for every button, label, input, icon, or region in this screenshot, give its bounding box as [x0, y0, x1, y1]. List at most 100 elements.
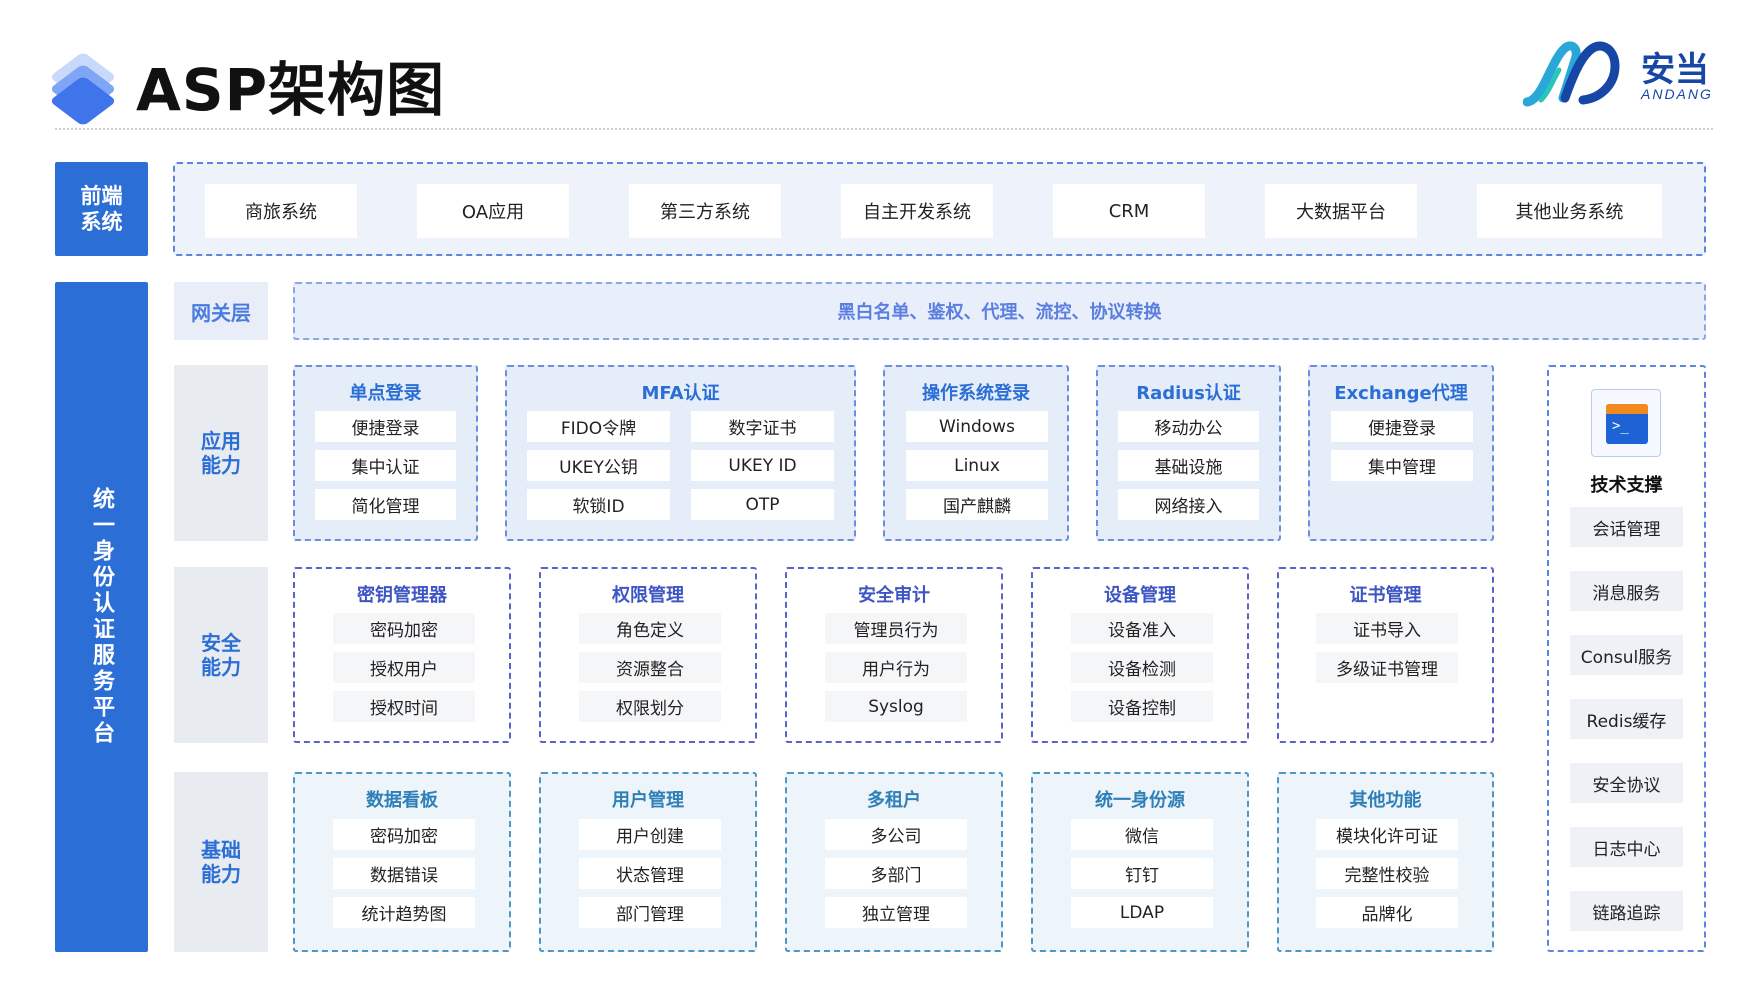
- group-title: 多租户: [867, 790, 921, 811]
- group-item: 集中认证: [315, 450, 456, 481]
- group-item: LDAP: [1071, 897, 1213, 928]
- group-item: 品牌化: [1316, 897, 1458, 928]
- group-item: 便捷登录: [1331, 411, 1473, 442]
- brand-mark-icon: [1523, 41, 1620, 107]
- frontend-item: OA应用: [417, 184, 569, 238]
- gateway-content: 黑白名单、鉴权、代理、流控、协议转换: [293, 282, 1706, 340]
- brand-name-en: ANDANG: [1641, 86, 1713, 102]
- frontend-item: 商旅系统: [205, 184, 357, 238]
- frontend-item: CRM: [1053, 184, 1205, 238]
- frontend-item: 第三方系统: [629, 184, 781, 238]
- group-exchange: Exchange代理 便捷登录 集中管理: [1308, 365, 1494, 541]
- group-item: Linux: [906, 450, 1048, 481]
- title-row: ASP架构图: [49, 40, 446, 130]
- group-item: 微信: [1071, 819, 1213, 850]
- group-title: MFA认证: [641, 383, 720, 404]
- platform-tag: 统一身份认证服务平台: [55, 282, 148, 952]
- group-item: UKEY公钥: [527, 450, 670, 481]
- group-title: 操作系统登录: [922, 383, 1030, 404]
- frontend-item: 自主开发系统: [841, 184, 993, 238]
- group-item: 移动办公: [1118, 411, 1259, 442]
- frontend-item: 大数据平台: [1265, 184, 1417, 238]
- group-item: 数据错误: [333, 858, 475, 889]
- group-sso: 单点登录 便捷登录 集中认证 简化管理: [293, 365, 478, 541]
- page-title: ASP架构图: [136, 56, 446, 124]
- support-item: 链路追踪: [1570, 891, 1683, 931]
- tech-support-panel: >_ 技术支撑 会话管理 消息服务 Consul服务 Redis缓存 安全协议 …: [1547, 365, 1706, 952]
- group-audit: 安全审计 管理员行为 用户行为 Syslog: [785, 567, 1003, 743]
- group-item: 密码加密: [333, 819, 475, 850]
- group-item: 设备控制: [1071, 691, 1213, 722]
- group-item: 用户创建: [579, 819, 721, 850]
- support-item: 消息服务: [1570, 571, 1683, 611]
- group-other-functions: 其他功能 模块化许可证 完整性校验 品牌化: [1277, 772, 1494, 952]
- group-item: 便捷登录: [315, 411, 456, 442]
- group-item: 用户行为: [825, 652, 967, 683]
- group-title: 统一身份源: [1095, 790, 1185, 811]
- app-layer-tag: 应用能力: [174, 365, 268, 541]
- security-layer-tag: 安全能力: [174, 567, 268, 743]
- group-item: 简化管理: [315, 489, 456, 520]
- group-title: 权限管理: [612, 585, 684, 606]
- group-certificate: 证书管理 证书导入 多级证书管理: [1277, 567, 1494, 743]
- brand-name-cn: 安当: [1641, 50, 1709, 90]
- group-item: OTP: [691, 489, 834, 520]
- group-item: 完整性校验: [1316, 858, 1458, 889]
- group-permission: 权限管理 角色定义 资源整合 权限划分: [539, 567, 757, 743]
- group-item: 软锁ID: [527, 489, 670, 520]
- group-item: UKEY ID: [691, 450, 834, 481]
- support-item: 安全协议: [1570, 763, 1683, 803]
- brand-logo: 安当 ANDANG: [1523, 36, 1723, 116]
- group-item: 集中管理: [1331, 450, 1473, 481]
- group-title: 密钥管理器: [357, 585, 447, 606]
- terminal-icon: >_: [1591, 389, 1661, 457]
- group-item: 数字证书: [691, 411, 834, 442]
- frontend-systems: 商旅系统 OA应用 第三方系统 自主开发系统 CRM 大数据平台 其他业务系统: [173, 162, 1706, 256]
- group-item: 密码加密: [333, 613, 475, 644]
- group-item: 网络接入: [1118, 489, 1259, 520]
- group-item: 设备准入: [1071, 613, 1213, 644]
- group-title: 数据看板: [366, 790, 438, 811]
- group-item: 角色定义: [579, 613, 721, 644]
- group-identity-source: 统一身份源 微信 钉钉 LDAP: [1031, 772, 1249, 952]
- support-item: Consul服务: [1570, 635, 1683, 675]
- group-item: 钉钉: [1071, 858, 1213, 889]
- group-item: 部门管理: [579, 897, 721, 928]
- group-title: 证书管理: [1349, 585, 1422, 606]
- layers-logo-icon: [49, 50, 117, 127]
- group-item: 证书导入: [1316, 613, 1458, 644]
- group-item: 国产麒麟: [906, 489, 1048, 520]
- title-divider: [55, 128, 1713, 130]
- group-title: 安全审计: [858, 585, 930, 606]
- support-item: 日志中心: [1570, 827, 1683, 867]
- support-title: 技术支撑: [1590, 475, 1663, 496]
- support-item: 会话管理: [1570, 507, 1683, 547]
- group-item: Windows: [906, 411, 1048, 442]
- group-os-login: 操作系统登录 Windows Linux 国产麒麟: [883, 365, 1069, 541]
- group-item: 模块化许可证: [1316, 819, 1458, 850]
- group-multi-tenant: 多租户 多公司 多部门 独立管理: [785, 772, 1003, 952]
- support-item: Redis缓存: [1570, 699, 1683, 739]
- group-item: 统计趋势图: [333, 897, 475, 928]
- group-dashboard: 数据看板 密码加密 数据错误 统计趋势图: [293, 772, 511, 952]
- group-item: 设备检测: [1071, 652, 1213, 683]
- base-layer-tag: 基础能力: [174, 772, 268, 952]
- group-item: 多部门: [825, 858, 967, 889]
- group-item: 授权时间: [333, 691, 475, 722]
- group-title: 其他功能: [1349, 790, 1422, 811]
- group-key-manager: 密钥管理器 密码加密 授权用户 授权时间: [293, 567, 511, 743]
- group-item: 权限划分: [579, 691, 721, 722]
- group-user-management: 用户管理 用户创建 状态管理 部门管理: [539, 772, 757, 952]
- group-item: 管理员行为: [825, 613, 967, 644]
- group-title: 用户管理: [612, 790, 684, 811]
- group-item: Syslog: [825, 691, 967, 722]
- group-title: Exchange代理: [1334, 383, 1468, 404]
- group-item: 授权用户: [333, 652, 475, 683]
- frontend-tag: 前端系统: [55, 162, 148, 256]
- gateway-tag: 网关层: [174, 282, 268, 340]
- group-radius: Radius认证 移动办公 基础设施 网络接入: [1096, 365, 1281, 541]
- group-item: 多公司: [825, 819, 967, 850]
- frontend-item: 其他业务系统: [1477, 184, 1662, 238]
- group-title: 设备管理: [1104, 585, 1176, 606]
- group-item: 资源整合: [579, 652, 721, 683]
